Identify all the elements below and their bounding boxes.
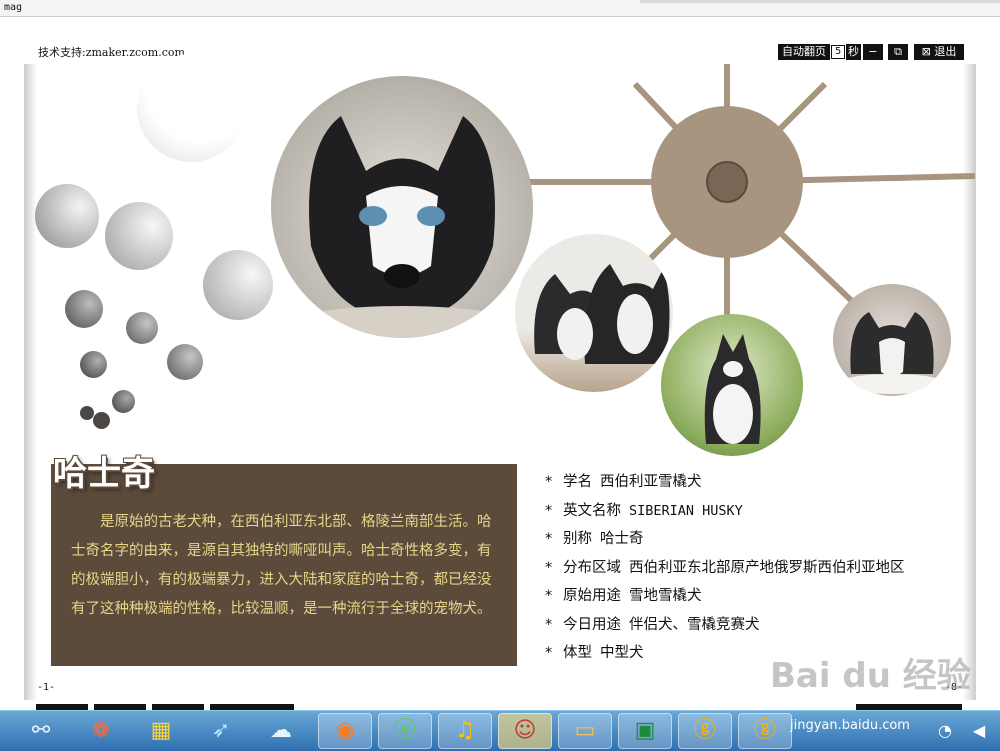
magazine-page: 是原始的古老犬种，在西伯利亚东北部、格陵兰南部生活。哈士奇名字的由来，是源自其独… [24, 54, 976, 700]
baidu-watermark: Bai du 经验 [770, 656, 971, 696]
fact-item: * 今日用途 伴侣犬、雪橇竞赛犬 [545, 611, 905, 640]
cloud-icon: ☁ [270, 718, 292, 743]
deco-circle [93, 412, 110, 429]
close-icon: ⊠ [921, 45, 931, 58]
spiral-icon: ⓖ [753, 718, 777, 743]
two-husky-puppies-photo [515, 234, 673, 392]
restore-button[interactable]: ⧉ [888, 44, 908, 60]
page-edge-left[interactable] [25, 64, 37, 700]
taskbar-music[interactable]: ♫ [438, 713, 492, 749]
chain-app-icon: ⚯ [31, 718, 51, 743]
deco-circle [80, 351, 107, 378]
deco-circle [137, 54, 245, 162]
deco-circle [167, 344, 203, 380]
deco-circle [126, 312, 158, 344]
taskbar-browser[interactable]: ⓔ [378, 713, 432, 749]
fact-item: * 原始用途 雪地雪橇犬 [545, 582, 905, 611]
spiral-icon: ⓖ [693, 718, 717, 743]
taskbar-active-app[interactable]: ☺ [498, 713, 552, 749]
fact-item: * 分布区域 西伯利亚东北部原产地俄罗斯西伯利亚地区 [545, 554, 905, 583]
window-titlebar: mag [0, 0, 1000, 17]
minus-icon: − [868, 45, 878, 58]
deco-circle [35, 184, 99, 248]
taskbar-app[interactable]: ❁ [84, 714, 118, 748]
husky-sitting-icon [704, 334, 761, 444]
folder-icon: ▭ [574, 718, 596, 743]
exit-label: 退出 [934, 45, 957, 58]
bullet-star-icon: * [545, 645, 553, 661]
fact-item: * 别称 哈士奇 [545, 525, 905, 554]
breed-description: 是原始的古老犬种，在西伯利亚东北部、格陵兰南部生活。哈士奇名字的由来，是源自其独… [71, 514, 492, 617]
husky-lying-icon [837, 312, 947, 394]
speaker-icon: ◀ [972, 721, 986, 740]
ie-browser-icon: ⓔ [393, 718, 417, 743]
tray-network[interactable]: ◔ [928, 714, 962, 748]
autoflip-label[interactable]: 自动翻页 [778, 44, 830, 60]
taskbar-app[interactable]: ➶ [204, 714, 238, 748]
excel-icon: ▣ [634, 718, 656, 743]
taskbar-app[interactable]: ☁ [264, 714, 298, 748]
tray-sound[interactable]: ◀ [962, 714, 996, 748]
music-note-icon: ♫ [455, 718, 475, 743]
deco-circle [112, 390, 135, 413]
bullet-star-icon: * [545, 559, 553, 576]
breed-facts-list: * 学名 西伯利亚雪橇犬 * 英文名称 SIBERIAN HUSKY * 别称 哈士奇 * 分… [545, 468, 905, 668]
taskbar-explorer[interactable]: ▭ [558, 713, 612, 749]
husky-pair-icon [534, 264, 670, 364]
tech-support-label: 技术支持:zmaker.zcom.com [38, 46, 185, 59]
lying-husky-puppy-photo [833, 284, 951, 396]
titlebar-divider [640, 0, 1000, 3]
fact-item: * 英文名称 SIBERIAN HUSKY [545, 497, 905, 526]
minimize-button[interactable]: − [863, 44, 883, 60]
taskbar-app[interactable]: ▦ [144, 714, 178, 748]
husky-face-icon [282, 116, 522, 338]
color-wheel-icon: ❁ [91, 718, 111, 743]
deco-circle [80, 406, 94, 420]
bullet-star-icon: * [545, 531, 553, 547]
autoflip-seconds-input[interactable]: 5 [831, 45, 845, 59]
taskbar-app[interactable]: ⓖ [738, 713, 792, 749]
husky-puppy-photo-large [271, 76, 533, 338]
page-title: 哈士奇 [53, 454, 155, 494]
wifi-icon: ◔ [938, 721, 952, 740]
restore-icon: ⧉ [894, 45, 902, 58]
taskbar-app[interactable]: ⚯ [24, 714, 58, 748]
window-title: mag [4, 2, 23, 13]
sitting-husky-puppy-photo [661, 314, 803, 456]
deco-circle [65, 290, 103, 328]
avatar-icon: ☺ [513, 718, 537, 743]
taskbar-firefox[interactable]: ◉ [318, 713, 372, 749]
firefox-icon: ◉ [335, 718, 355, 743]
bullet-star-icon: * [545, 502, 553, 519]
exit-button[interactable]: ⊠ 退出 [914, 44, 964, 60]
windows-tiles-icon: ▦ [150, 718, 172, 743]
bullet-star-icon: * [545, 588, 553, 604]
taskbar-app[interactable]: ⓖ [678, 713, 732, 749]
taskbar-excel[interactable]: ▣ [618, 713, 672, 749]
deco-circle [105, 202, 173, 270]
fact-item: * 学名 西伯利亚雪橇犬 [545, 468, 905, 497]
bullet-star-icon: * [545, 616, 553, 633]
deco-circle [203, 250, 273, 320]
bullet-star-icon: * [545, 474, 553, 490]
baidu-watermark-url: jingyan.baidu.com [790, 718, 910, 733]
autoflip-control: 自动翻页 5 秒 [778, 44, 861, 60]
page-number-left: -1- [37, 682, 56, 693]
autoflip-unit: 秒 [846, 44, 861, 60]
bird-icon: ➶ [211, 718, 231, 743]
